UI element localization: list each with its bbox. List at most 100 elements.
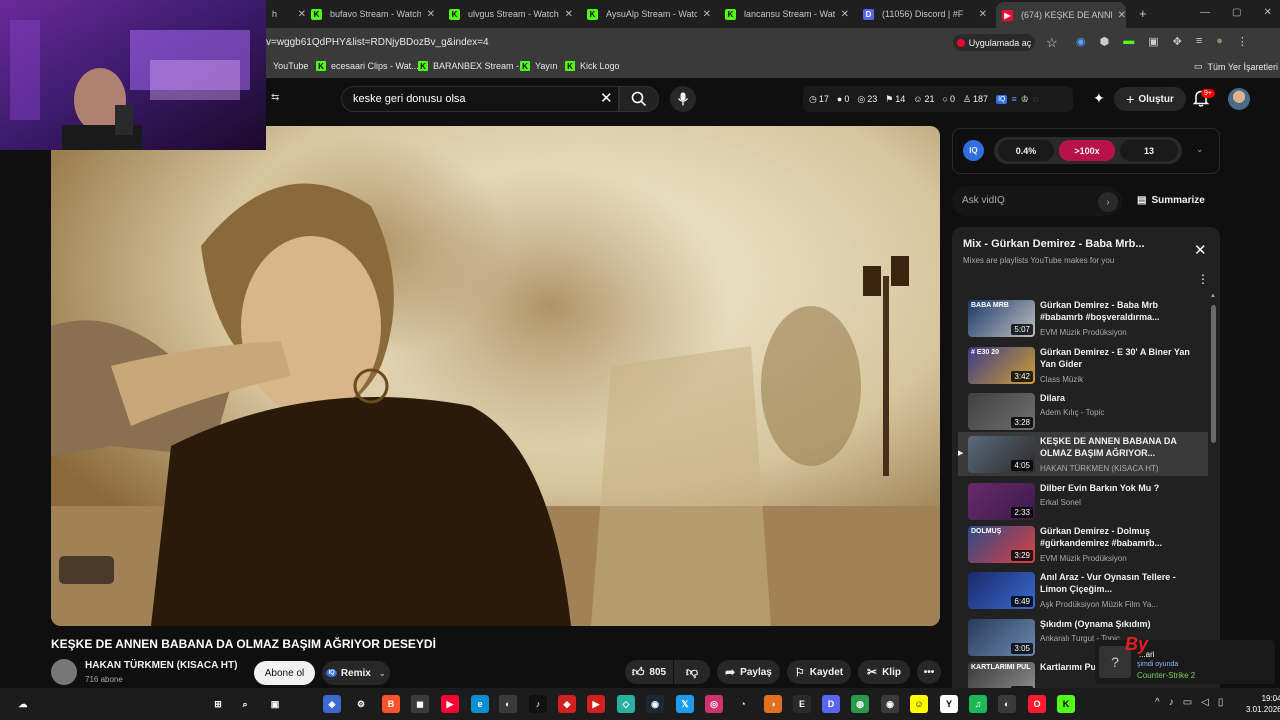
kick-icon[interactable]: K: [1057, 695, 1075, 713]
twitter-icon[interactable]: 𝕏: [676, 695, 694, 713]
app-icon[interactable]: ◑: [764, 695, 782, 713]
video-thumbnail[interactable]: DOLMUŞ 3:29: [968, 526, 1035, 563]
brave-icon[interactable]: B: [382, 695, 400, 713]
start-icon[interactable]: ⊞: [209, 695, 227, 713]
playlist-item[interactable]: BABA MRB 5:07 Gürkan Demirez - Baba Mrb #b…: [958, 296, 1208, 340]
like-button[interactable]: 👍︎ 805: [625, 660, 673, 684]
profile-icon[interactable]: ●: [1216, 35, 1223, 48]
browser-tab[interactable]: K AysuAlp Stream - Watch l ✕: [581, 4, 711, 24]
extension-icon[interactable]: ▣: [1148, 35, 1158, 48]
bookmark-yayin[interactable]: K Yayın: [520, 61, 557, 71]
clear-search-icon[interactable]: ✕: [600, 89, 613, 107]
playlist-item[interactable]: 6:49 Anıl Araz - Vur Oynasın Tellere - Li…: [958, 568, 1208, 612]
copilot-icon[interactable]: ◈: [323, 695, 341, 713]
url-text[interactable]: v=wggb61QdPHY&list=RDNjyBDozBv_g&index=4: [266, 37, 489, 48]
volume-icon[interactable]: ◁: [1201, 697, 1209, 708]
youtube-icon[interactable]: ▶: [441, 695, 459, 713]
playlist-title[interactable]: Mix - Gürkan Demirez - Baba Mrb...: [963, 238, 1145, 250]
ask-vidiq-input[interactable]: Ask vidIQ: [952, 186, 1122, 216]
tab-close-icon[interactable]: ✕: [427, 9, 435, 20]
chat-icon[interactable]: ◌: [1033, 94, 1038, 104]
menu-dots-icon[interactable]: ⋮: [1237, 35, 1248, 48]
create-button[interactable]: + Oluştur: [1114, 87, 1186, 111]
video-player[interactable]: [51, 126, 940, 626]
search-input[interactable]: keske geri donusu olsa: [341, 86, 619, 112]
vidiq-icon[interactable]: IQ: [996, 94, 1008, 104]
opera-icon[interactable]: O: [1028, 695, 1046, 713]
extension-icon[interactable]: ◉: [1076, 35, 1086, 48]
speedometer-icon[interactable]: ◔: [734, 695, 752, 713]
share-button[interactable]: ➦ Paylaş: [717, 660, 780, 684]
battery-icon[interactable]: ▯: [1218, 697, 1224, 708]
playlist-scrollbar[interactable]: [1211, 305, 1216, 443]
browser-tab[interactable]: Kbufavo Stream - Watch Li ✕: [305, 4, 435, 24]
new-tab-button[interactable]: +: [1139, 6, 1147, 21]
scroll-up-icon[interactable]: ▲: [1210, 293, 1216, 299]
ask-submit-button[interactable]: ›: [1098, 192, 1118, 212]
close-icon[interactable]: ✕: [1263, 7, 1271, 18]
network-icon[interactable]: ▭: [1183, 697, 1192, 708]
browser-tab[interactable]: h ✕: [266, 4, 306, 24]
browser-tab[interactable]: ▶ (674) KEŞKE DE ANNE ✕: [996, 2, 1126, 28]
chrome-icon[interactable]: ◍: [851, 695, 869, 713]
bookmark-kick-logo[interactable]: K Kick Logo: [565, 61, 620, 71]
epic-icon[interactable]: E: [793, 695, 811, 713]
vidiq-metric-outlier[interactable]: >100x: [1059, 140, 1115, 161]
puzzle-icon[interactable]: ✥: [1173, 35, 1182, 48]
snapchat-icon[interactable]: ☺: [910, 695, 928, 713]
subscribe-button[interactable]: Abone ol: [254, 661, 315, 685]
playlist-item[interactable]: # E30 20 3:42 Gürkan Demirez - E 30' A Bin…: [958, 343, 1208, 387]
vidiq-metric-score[interactable]: 13: [1120, 140, 1178, 161]
media-icon[interactable]: ≡: [1196, 35, 1202, 48]
video-thumbnail[interactable]: 4:05: [968, 436, 1035, 473]
close-icon[interactable]: ✕: [1194, 241, 1207, 259]
edge-icon[interactable]: e: [471, 695, 489, 713]
spotify-icon[interactable]: ♫: [969, 695, 987, 713]
game-notification[interactable]: ? By ...ari şimdi oyunda Counter-Strike …: [1095, 634, 1275, 684]
channel-avatar[interactable]: [51, 659, 77, 685]
bookmark-youtube[interactable]: YouTube: [273, 61, 308, 71]
bookmark-baranbex[interactable]: K BARANBEX Stream -...: [418, 61, 527, 71]
app-icon[interactable]: ▶: [587, 695, 605, 713]
chevron-down-icon[interactable]: ⌄: [1196, 144, 1204, 155]
open-in-app-button[interactable]: Uygulamada aç: [953, 34, 1035, 51]
shield-icon[interactable]: ⬢: [1100, 35, 1110, 48]
vidiq-metric-ctr[interactable]: 0.4%: [998, 140, 1054, 161]
steam-icon[interactable]: ◉: [646, 695, 664, 713]
extension-icon[interactable]: ▬: [1123, 35, 1134, 48]
search-button[interactable]: [619, 86, 659, 112]
playlist-item[interactable]: 2:33 Dilber Evin Barkın Yok Mu ? Erkal Son…: [958, 479, 1208, 523]
app-icon[interactable]: ◐: [998, 695, 1016, 713]
microphone-icon[interactable]: ♪: [1169, 697, 1174, 708]
playlist-item[interactable]: 3:28 Dilara Adem Kılıç - Topic: [958, 389, 1208, 433]
tab-close-icon[interactable]: ✕: [1118, 10, 1126, 21]
video-thumbnail[interactable]: 3:28: [968, 393, 1035, 430]
video-thumbnail[interactable]: 3:05: [968, 619, 1035, 656]
remix-button[interactable]: IQ Remix ⌄: [322, 661, 390, 685]
app-icon[interactable]: ◇: [617, 695, 635, 713]
summarize-button[interactable]: ▤ Summarize: [1137, 195, 1205, 206]
dislike-button[interactable]: 👎︎: [674, 660, 710, 684]
magic-icon[interactable]: ✦: [1093, 90, 1105, 107]
instagram-icon[interactable]: ◎: [705, 695, 723, 713]
maximize-icon[interactable]: ▢: [1232, 7, 1241, 18]
app-icon[interactable]: ◼: [411, 695, 429, 713]
search-icon[interactable]: ⌕: [236, 695, 254, 713]
avatar[interactable]: [1228, 88, 1250, 110]
playlist-item[interactable]: DOLMUŞ 3:29 Gürkan Demirez - Dolmuş #gürka…: [958, 522, 1208, 566]
trophy-icon[interactable]: ♔: [1021, 94, 1029, 105]
clip-button[interactable]: ✂ Klip: [858, 660, 910, 684]
playlist-menu-icon[interactable]: ⋮: [1197, 272, 1209, 286]
app-icon[interactable]: ◐: [499, 695, 517, 713]
browser-tab[interactable]: Kulvgus Stream - Watch Li ✕: [443, 4, 573, 24]
bookmark-star-icon[interactable]: ☆: [1046, 35, 1058, 51]
video-thumbnail[interactable]: 6:49: [968, 572, 1035, 609]
chevron-up-icon[interactable]: ^: [1155, 697, 1160, 708]
widgets-icon[interactable]: ☁: [14, 695, 32, 713]
video-thumbnail[interactable]: 2:33: [968, 483, 1035, 520]
tab-close-icon[interactable]: ✕: [703, 9, 711, 20]
task-view-icon[interactable]: ▣: [266, 695, 284, 713]
system-clock[interactable]: 19:04 3.01.2026: [1246, 693, 1280, 715]
more-actions-button[interactable]: •••: [917, 660, 941, 684]
browser-tab[interactable]: D (11056) Discord | #F ✕: [857, 4, 987, 24]
